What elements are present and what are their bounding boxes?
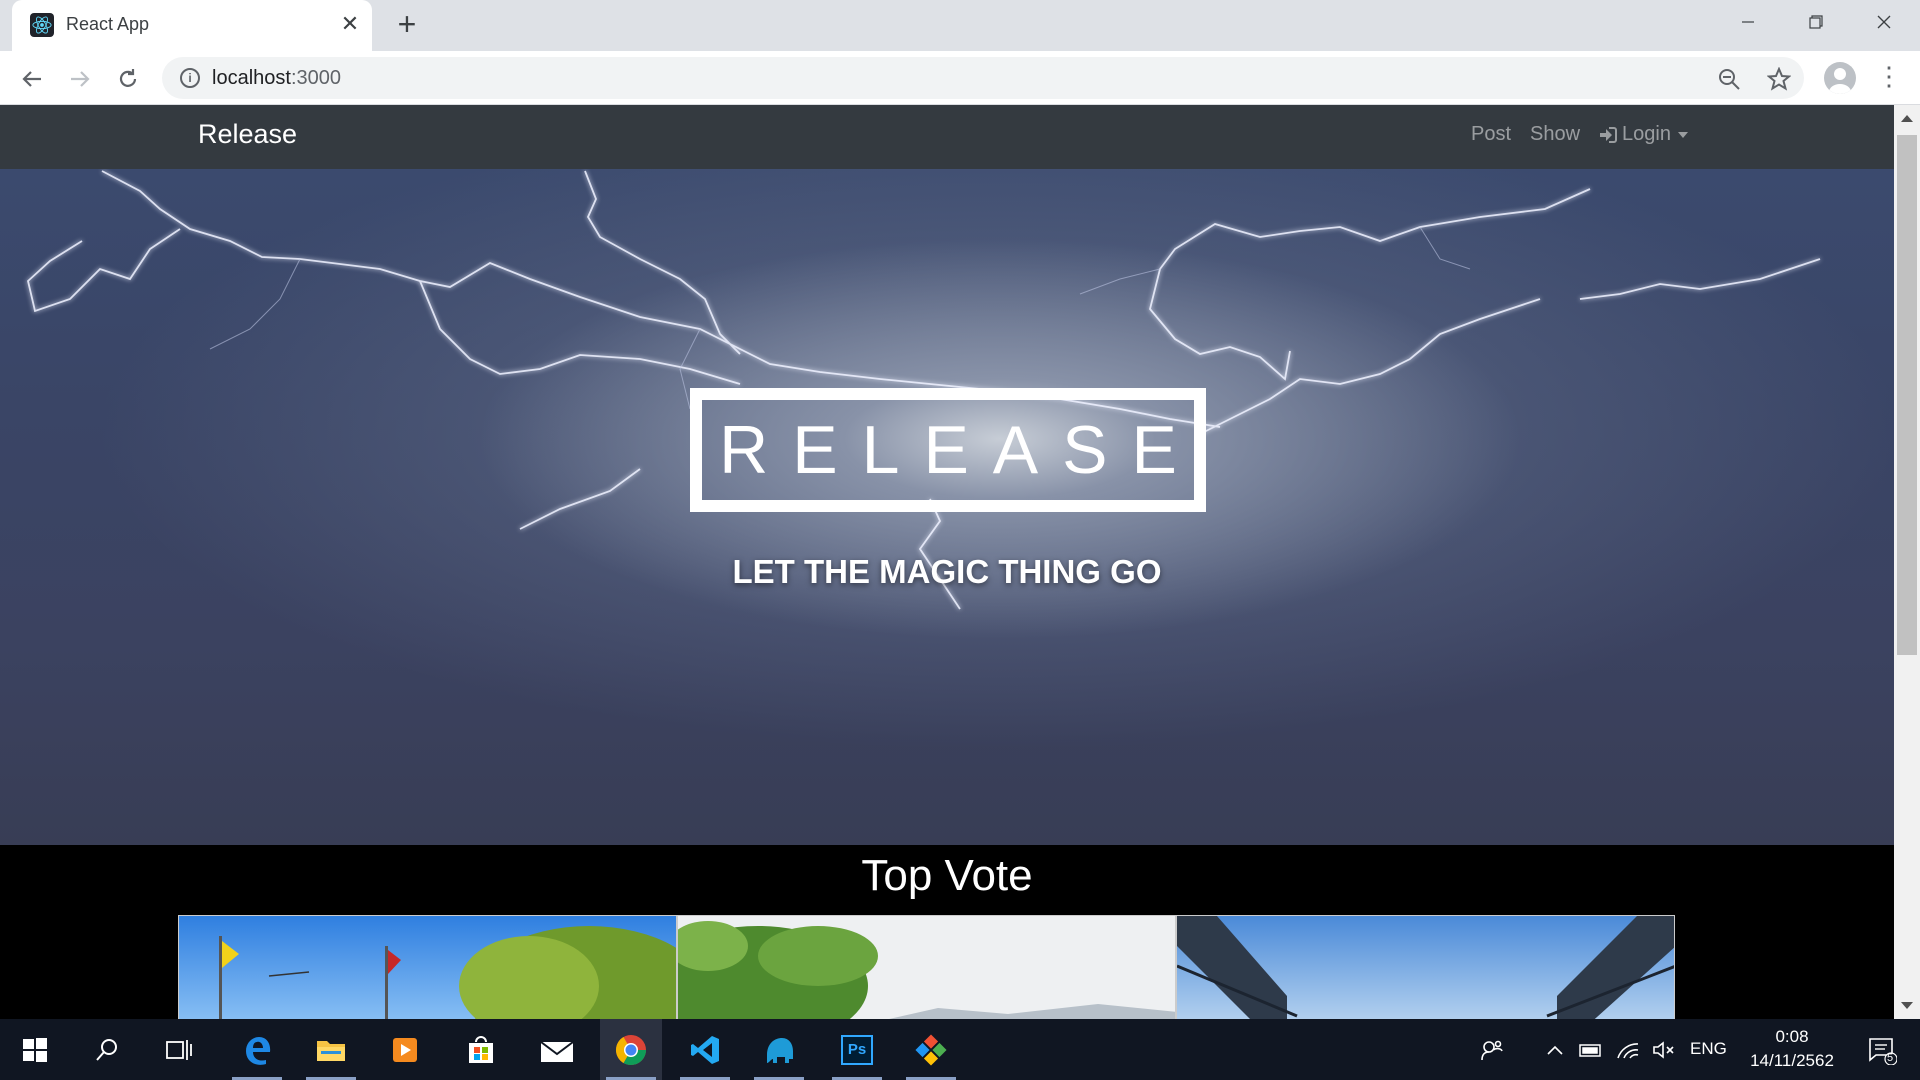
react-favicon-icon	[30, 13, 54, 37]
navbar-brand[interactable]: Release	[198, 119, 297, 150]
restore-icon[interactable]	[1782, 0, 1850, 44]
url-port: :3000	[290, 67, 341, 89]
windows-taskbar: Ps ENG 0:08 14/11/2562 5	[0, 1019, 1920, 1080]
page-scrollbar[interactable]	[1894, 105, 1920, 1019]
scroll-down-arrow-icon[interactable]	[1901, 1002, 1913, 1009]
sign-in-icon	[1600, 126, 1617, 143]
profile-avatar-icon[interactable]	[1824, 62, 1856, 94]
page-viewport: Release Post Show Login RELEASE LET THE …	[0, 105, 1894, 1019]
nav-link-login: Login	[1622, 123, 1671, 145]
url-text[interactable]: localhost:3000	[212, 67, 341, 90]
scroll-up-arrow-icon[interactable]	[1901, 115, 1913, 122]
language-indicator[interactable]: ENG	[1690, 1039, 1727, 1059]
bookmark-star-icon[interactable]	[1766, 66, 1792, 92]
system-clock[interactable]: 0:08 14/11/2562	[1742, 1025, 1842, 1073]
top-vote-card[interactable]	[1176, 915, 1675, 1019]
volume-muted-icon[interactable]	[1646, 1019, 1682, 1080]
mail-icon[interactable]	[526, 1019, 588, 1080]
browser-menu-icon[interactable]: ⋮	[1876, 63, 1902, 93]
battery-icon[interactable]	[1570, 1019, 1610, 1080]
people-icon[interactable]	[1470, 1019, 1514, 1080]
clock-date: 14/11/2562	[1750, 1051, 1834, 1070]
tree-mountain-image	[678, 916, 1175, 1019]
hero-title-box: RELEASE	[690, 388, 1206, 512]
top-vote-heading: Top Vote	[861, 851, 1033, 900]
back-arrow-icon[interactable]	[14, 61, 50, 97]
forward-arrow-icon[interactable]	[62, 61, 98, 97]
minimize-icon[interactable]	[1714, 0, 1782, 44]
hero-banner: RELEASE LET THE MAGIC THING GO	[0, 169, 1894, 845]
task-view-icon[interactable]	[148, 1019, 210, 1080]
elephant-app-icon[interactable]	[748, 1019, 810, 1080]
photoshop-label: Ps	[841, 1034, 873, 1065]
edge-icon[interactable]	[226, 1019, 288, 1080]
close-window-icon[interactable]	[1850, 0, 1918, 44]
notification-center-icon[interactable]: 5	[1852, 1019, 1912, 1080]
file-explorer-icon[interactable]	[300, 1019, 362, 1080]
tab-strip: React App ✕ +	[0, 0, 1920, 51]
start-icon[interactable]	[4, 1019, 66, 1080]
bridge-image	[1177, 916, 1674, 1019]
tab-title: React App	[66, 14, 150, 34]
top-vote-card[interactable]	[677, 915, 1176, 1019]
browser-toolbar: i localhost:3000 ⋮	[0, 51, 1920, 105]
wifi-icon[interactable]	[1610, 1019, 1646, 1080]
chevron-down-icon	[1677, 131, 1688, 138]
notification-count: 5	[1887, 1052, 1894, 1064]
url-host: localhost	[212, 67, 291, 89]
top-vote-section: Top Vote	[0, 845, 1894, 1019]
clock-time: 0:08	[1775, 1027, 1809, 1046]
new-tab-button[interactable]: +	[390, 8, 424, 42]
store-icon[interactable]	[450, 1019, 512, 1080]
browser-tab[interactable]: React App ✕	[12, 0, 372, 51]
site-info-icon[interactable]: i	[180, 68, 200, 88]
photoshop-icon[interactable]: Ps	[826, 1019, 888, 1080]
top-vote-cards	[178, 915, 1676, 1019]
git-kraken-icon[interactable]	[900, 1019, 962, 1080]
site-navbar: Release Post Show Login	[0, 105, 1894, 169]
tab-close-icon[interactable]: ✕	[336, 10, 364, 38]
nav-login-dropdown[interactable]: Login	[1598, 123, 1688, 146]
hero-subtitle: LET THE MAGIC THING GO	[732, 553, 1162, 590]
media-player-icon[interactable]	[374, 1019, 436, 1080]
vscode-icon[interactable]	[674, 1019, 736, 1080]
search-icon[interactable]	[76, 1019, 138, 1080]
address-bar[interactable]: i localhost:3000	[162, 57, 1804, 99]
reload-icon[interactable]	[110, 61, 146, 97]
zoom-icon[interactable]	[1716, 66, 1742, 92]
hero-title: RELEASE	[719, 412, 1201, 488]
scrollbar-thumb[interactable]	[1897, 135, 1917, 655]
top-vote-card[interactable]	[178, 915, 677, 1019]
nav-link-post[interactable]: Post	[1471, 123, 1511, 146]
nav-link-show[interactable]: Show	[1530, 123, 1580, 146]
chrome-icon[interactable]	[600, 1019, 662, 1080]
temple-flags-image	[179, 916, 676, 1019]
